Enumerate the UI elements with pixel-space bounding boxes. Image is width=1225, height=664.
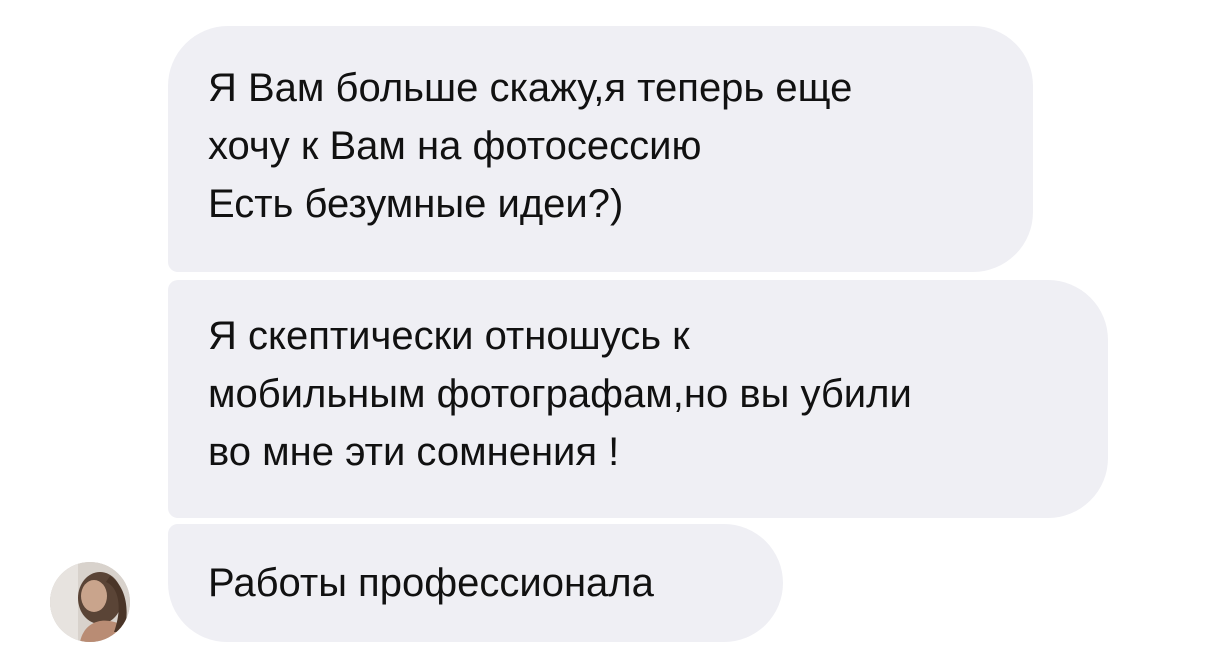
message-text-line: Работы профессионала	[208, 561, 654, 605]
avatar-photo-icon	[50, 562, 130, 642]
message-text-line: мобильным фотографам,но вы убили	[208, 372, 912, 416]
message-text-line: хочу к Вам на фотосессию	[208, 124, 702, 168]
message-bubble[interactable]: Я скептически отношусь к мобильным фотог…	[168, 280, 1108, 518]
message-text-line: Я скептически отношусь к	[208, 314, 690, 358]
message-text-line: во мне эти сомнения !	[208, 430, 620, 474]
sender-avatar[interactable]	[50, 562, 130, 642]
message-text-line: Есть безумные идеи?)	[208, 182, 624, 226]
message-text-line: Я Вам больше скажу,я теперь еще	[208, 66, 853, 110]
message-thread: Я Вам больше скажу,я теперь еще хочу к В…	[0, 0, 1225, 664]
message-bubble[interactable]: Я Вам больше скажу,я теперь еще хочу к В…	[168, 26, 1033, 272]
message-bubble[interactable]: Работы профессионала	[168, 524, 783, 642]
